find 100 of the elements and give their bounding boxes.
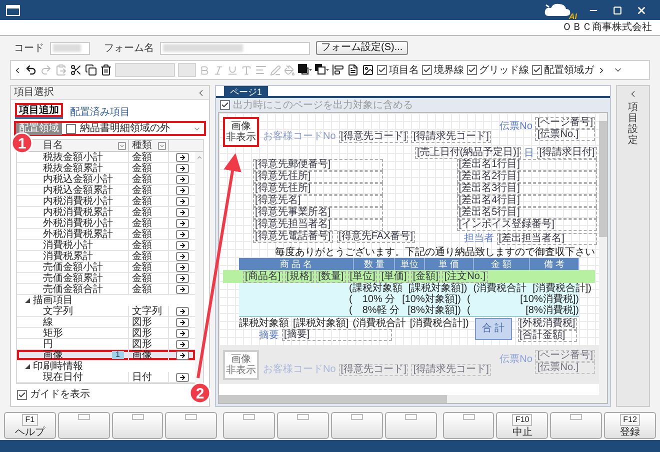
field-label: フォーム名 [104,42,154,56]
field-label: お客様コードNo [263,130,336,144]
field-label: お客様コードNo [263,362,336,377]
form-field-tag: [得意先住所] [253,183,383,195]
settings-panel[interactable]: 項目設定 [616,85,650,407]
total-text: [消費税合計]) [410,318,469,329]
tax-text: [課税対象額]) [408,283,468,294]
form-settings-button[interactable]: フォーム設定(S)... [316,41,408,55]
form-field-tag: [差出名1行目] [456,159,597,171]
message-text: 毎度ありがとうございます。下記の通り納品致しますので御査収下さい [275,247,595,258]
list-row[interactable]: 線 図形 [17,317,195,328]
field-label: 担当者 [464,232,494,246]
placeholder-text: 画像 [231,121,251,132]
list-row[interactable]: 内税消費税小計 金額 [17,196,195,207]
function-key[interactable]: F12 登録 [604,412,656,438]
checkbox-label: 境界線 [434,64,464,78]
checkbox-label: 出力時にこのページを出力対象に含める [233,98,413,112]
group-name: 描画項目 [33,295,73,306]
item-type: 金額 [132,250,152,262]
checkbox-label: ガイドを表示 [30,388,90,402]
list-row[interactable]: 売価金額小計 金額 [17,262,195,273]
field-label: 日 [524,148,534,159]
form-field-tag: [得意先コード] [338,364,408,376]
list-row[interactable]: 画像 1 画像 [17,350,195,361]
list-row[interactable]: 現在日付 日付 [17,372,195,383]
list-row[interactable]: 内税込金額累計 金額 [17,185,195,196]
item-type: 金額 [132,174,152,184]
panel-title: 項目設定 [628,102,638,146]
tax-text: ( [467,305,472,316]
tax-text: [8%消費税]) [526,305,579,316]
list-row[interactable]: 文字列 文字列 [17,306,195,317]
image-placeholder[interactable]: 画像 非表示 [223,350,259,380]
panel-tab[interactable]: 配置済み項目 [66,105,134,119]
list-row[interactable]: 内税消費税累計 金額 [17,207,195,218]
field-label: 摘要 [259,330,279,340]
item-type: 図形 [132,328,152,338]
item-name: 売価金額合計 [43,284,103,294]
image-placeholder[interactable]: 画像 非表示 [223,117,259,147]
form-field-tag: [差出名3行目] [456,183,597,195]
list-row[interactable]: 外税消費税累計 金額 [17,229,195,240]
form-field-tag: [合計金額] [518,330,578,342]
item-name: 外税消費税累計 [43,228,113,240]
tax-text: (消費税合計 [473,283,527,294]
function-key[interactable]: F1 ヘルプ [4,412,56,438]
list-row[interactable]: 消費税累計 金額 [17,251,195,262]
list-row[interactable]: 外税消費税小計 金額 [17,218,195,229]
item-name: 現在日付 [43,372,83,382]
list-row[interactable]: 円 図形 [17,339,195,350]
form-field-tag: [差出名2行目] [456,171,597,183]
tax-text: (課税対象額 [349,283,402,294]
item-name: 外税消費税小計 [43,218,113,228]
tax-text: [10%対象額]) [402,294,461,305]
item-type: 金額 [132,228,152,240]
placeholder-text: 非表示 [226,132,256,143]
form-field-tag: [得意先郵便番号] [253,159,383,171]
form-field-tag: [得意先コード] [338,130,408,142]
list-row[interactable]: 内税込金額小計 金額 [17,174,195,185]
item-name: 消費税累計 [43,250,93,262]
list-row[interactable]: 税抜金額累計 金額 [17,163,195,174]
item-name: 売価金額累計 [43,272,103,284]
field-label: コード [14,42,44,56]
tax-text: [消費税合計]) [532,283,592,294]
list-row[interactable]: 税抜金額小計 金額 [17,152,195,163]
column-header: 種類 [132,140,153,151]
form-field-tag: [差出名4行目] [456,195,597,207]
item-name: 線 [43,316,53,328]
company-name: ＯＢＣ商事株式会社 [562,20,652,35]
form-field-tag: [インボイス登録番号] [456,219,597,231]
tax-text: ( [467,294,472,305]
list-row[interactable]: 消費税小計 金額 [17,240,195,251]
list-row[interactable]: 矩形 図形 [17,328,195,339]
total-text: [課税対象額] [293,318,349,329]
item-type: 金額 [132,152,152,162]
form-field-tag: [得意先事業所名] [253,207,383,219]
tax-text: ( 8%軽 分 [349,305,401,316]
panel-tab[interactable]: 項目追加 [15,103,63,119]
function-key[interactable]: F10 中止 [496,412,548,438]
field-label: 伝票No [500,354,532,365]
form-field-tag: [ページ番号] [535,350,595,362]
item-type: 日付 [132,372,152,382]
form-field-tag: [得請求先コード] [411,130,491,142]
item-type: 金額 [132,162,152,174]
list-row[interactable]: 売価金額合計 金額 [17,284,195,295]
tax-text: [10%消費税]) [520,294,579,305]
item-type: 金額 [132,218,152,228]
column-header: 目名 [43,140,64,151]
item-type: 図形 [132,338,152,350]
area-filter[interactable]: 配置領域 納品書明細領域の外 [14,121,206,136]
item-type: 金額 [132,284,152,294]
total-label: 合 計 [474,318,512,340]
checkbox-label: 配置領域ガ [544,64,594,78]
form-field-tag: [得請求日付] [537,147,597,159]
form-field-tag: [得請求先コード] [411,364,491,376]
form-field-tag: [伝票No.] [535,129,595,141]
list-row[interactable]: 売価金額累計 金額 [17,273,195,284]
placeholder-text: 非表示 [226,365,256,376]
form-field-tag: [外税消費税] [518,318,578,330]
checkbox-label: 項目名 [389,64,419,78]
page-tab[interactable]: ページ1 [224,86,268,96]
form-field-tag: [得意先名] [253,195,383,207]
